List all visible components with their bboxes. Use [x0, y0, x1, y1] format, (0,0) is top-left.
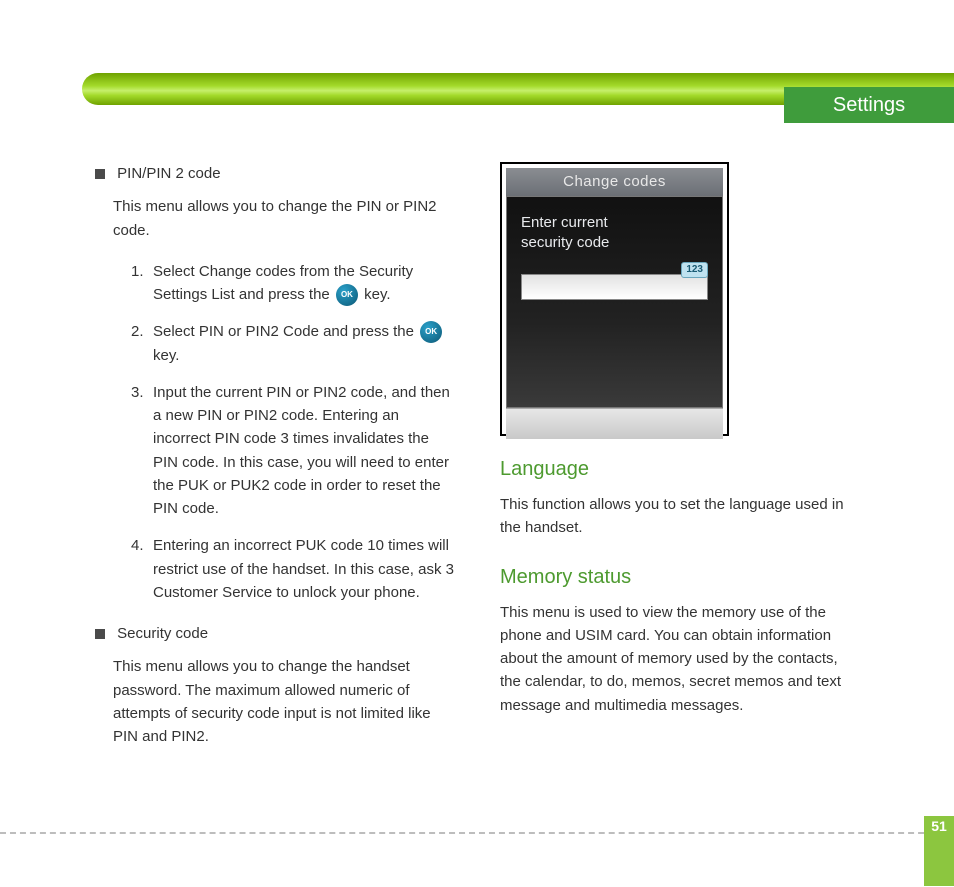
phone-screen-title: Change codes [506, 168, 723, 196]
list-item: 2. Select PIN or PIN2 Code and press the… [131, 320, 455, 367]
left-column: PIN/PIN 2 code This menu allows you to c… [95, 162, 455, 766]
ok-key-icon: OK [336, 284, 358, 306]
security-block-title: Security code [117, 625, 208, 642]
step-text: Entering an incorrect PUK code 10 times … [153, 537, 454, 601]
phone-screen-footer [506, 408, 723, 439]
header-ribbon: Settings [82, 63, 954, 113]
phone-inner: Change codes Enter current security code… [506, 168, 723, 439]
pin-block-title: PIN/PIN 2 code [117, 165, 220, 182]
step-text: Select PIN or PIN2 Code and press the [153, 323, 418, 340]
list-item: 4. Entering an incorrect PUK code 10 tim… [131, 534, 455, 604]
pin-block-title-row: PIN/PIN 2 code [95, 162, 455, 185]
step-number: 2. [131, 320, 144, 343]
phone-prompt-line: security code [521, 234, 609, 251]
phone-prompt: Enter current security code [521, 213, 708, 254]
phone-prompt-line: Enter current [521, 214, 608, 231]
section-title: Settings [833, 94, 905, 117]
square-bullet-icon [95, 169, 105, 179]
phone-code-input [521, 274, 708, 300]
security-block-title-row: Security code [95, 622, 455, 645]
phone-screen-body: Enter current security code 123 [506, 196, 723, 408]
square-bullet-icon [95, 629, 105, 639]
pin-steps-list: 1. Select Change codes from the Security… [131, 260, 455, 604]
security-block-body: This menu allows you to change the hands… [113, 655, 455, 748]
language-body: This function allows you to set the lang… [500, 493, 860, 540]
step-number: 4. [131, 534, 144, 557]
list-item: 3. Input the current PIN or PIN2 code, a… [131, 381, 455, 521]
phone-input-row: 123 [521, 274, 708, 300]
input-mode-badge: 123 [681, 262, 708, 278]
phone-screenshot: Change codes Enter current security code… [500, 162, 729, 436]
memory-status-heading: Memory status [500, 562, 860, 593]
language-heading: Language [500, 454, 860, 485]
list-item: 1. Select Change codes from the Security… [131, 260, 455, 307]
step-number: 1. [131, 260, 144, 283]
footer-dashed-line [0, 832, 954, 834]
step-text: key. [153, 347, 179, 364]
page-number-tab: 51 [924, 816, 954, 886]
step-text: key. [364, 286, 390, 303]
manual-page: Settings PIN/PIN 2 code This menu allows… [0, 0, 954, 887]
section-title-box: Settings [784, 87, 954, 123]
step-text: Input the current PIN or PIN2 code, and … [153, 384, 450, 517]
right-column: Change codes Enter current security code… [500, 162, 860, 739]
ok-key-icon: OK [420, 321, 442, 343]
pin-block-intro: This menu allows you to change the PIN o… [113, 195, 455, 242]
memory-status-body: This menu is used to view the memory use… [500, 601, 860, 717]
step-number: 3. [131, 381, 144, 404]
page-number: 51 [924, 818, 954, 834]
